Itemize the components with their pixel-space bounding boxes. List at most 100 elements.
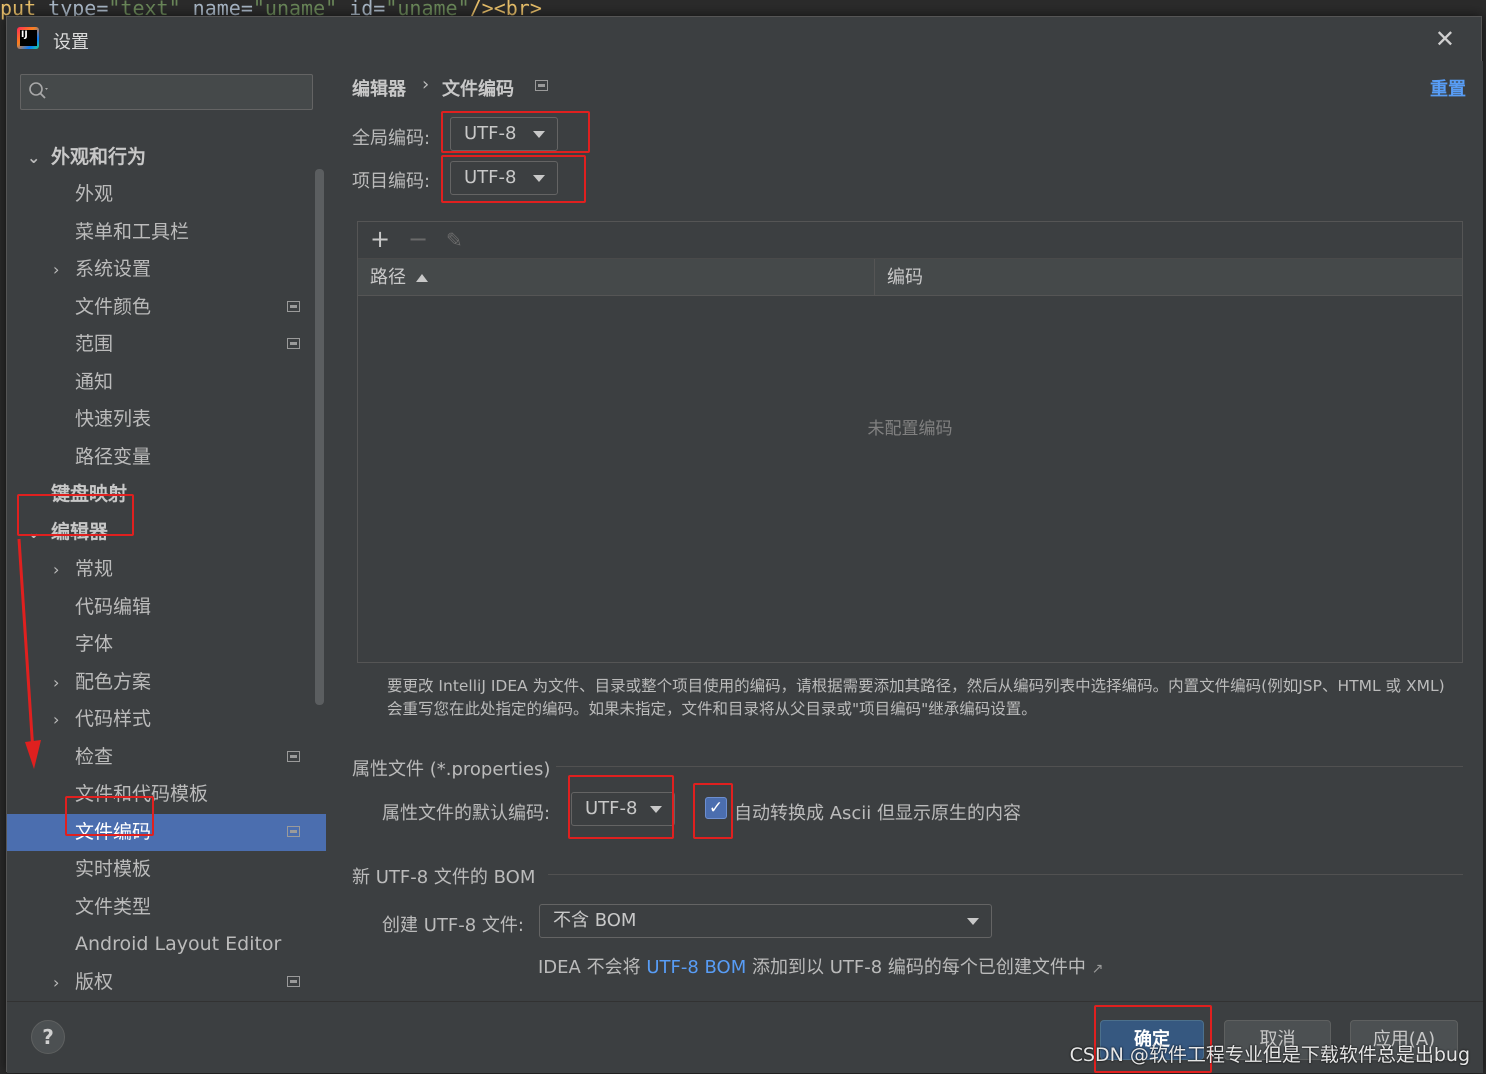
- tree-item-notifications[interactable]: 通知: [7, 364, 326, 401]
- utf8-bom-link[interactable]: UTF-8 BOM: [646, 957, 746, 978]
- settings-dialog: 设置 ✕ ⌄ 外观和行为 外观 菜单和工具栏 › 系统设置: [6, 16, 1483, 1073]
- tree-item-label: Android Layout Editor: [75, 933, 282, 955]
- tree-item-label: 菜单和工具栏: [75, 221, 190, 243]
- tree-item-label: 字体: [75, 633, 114, 655]
- tree-item-path-variables[interactable]: 路径变量: [7, 439, 326, 476]
- tree-scrollbar[interactable]: [315, 169, 324, 705]
- breadcrumb-current: 文件编码: [442, 79, 514, 100]
- tree-item-label: 代码编辑: [75, 596, 152, 618]
- edit-icon[interactable]: ✎: [446, 228, 463, 252]
- global-encoding-label: 全局编码:: [352, 128, 431, 149]
- tree-item-inspections[interactable]: 检查: [7, 739, 326, 776]
- tree-item-label: 通知: [75, 371, 114, 393]
- tree-item-label: 路径变量: [75, 446, 152, 468]
- encoding-hint-text: 要更改 IntelliJ IDEA 为文件、目录或整个项目使用的编码，请根据需要…: [387, 677, 1445, 718]
- tree-item-editor[interactable]: ⌄ 编辑器: [7, 514, 326, 551]
- chevron-down-icon: [650, 806, 662, 813]
- annotation-arrow-icon: [17, 538, 41, 769]
- tree-item-label: 文件类型: [75, 896, 152, 918]
- tree-item-scopes[interactable]: 范围: [7, 326, 326, 363]
- reset-link[interactable]: 重置: [1430, 75, 1466, 101]
- remove-icon[interactable]: −: [408, 225, 428, 253]
- settings-content: 编辑器 › 文件编码 重置 全局编码: UTF-8 项目编码: UTF-8 + …: [326, 61, 1483, 1001]
- project-settings-icon: [287, 751, 300, 762]
- project-settings-icon: [287, 338, 300, 349]
- properties-section-title: 属性文件 (*.properties): [352, 759, 551, 780]
- section-divider: [556, 766, 1463, 767]
- tree-item-general[interactable]: › 常规: [7, 551, 326, 588]
- create-utf8-file-label: 创建 UTF-8 文件:: [382, 915, 524, 936]
- project-settings-icon: [287, 826, 300, 837]
- chevron-down-icon[interactable]: ⌄: [27, 139, 40, 176]
- tree-item-quick-lists[interactable]: 快速列表: [7, 401, 326, 438]
- project-encoding-select[interactable]: UTF-8: [450, 161, 558, 195]
- chevron-right-icon[interactable]: ›: [53, 701, 59, 738]
- tree-item-label: 配色方案: [75, 671, 152, 693]
- chevron-right-icon[interactable]: ›: [53, 664, 59, 701]
- tree-item-file-code-templates[interactable]: 文件和代码模板: [7, 776, 326, 813]
- breadcrumb-separator: ›: [422, 74, 430, 95]
- tree-item-file-encodings[interactable]: 文件编码: [7, 814, 326, 851]
- tree-item-label: 常规: [75, 558, 114, 580]
- tree-item-appearance-behavior[interactable]: ⌄ 外观和行为: [7, 139, 326, 176]
- tree-item-code-style[interactable]: › 代码样式: [7, 701, 326, 738]
- external-link-icon: ↗: [1091, 961, 1104, 977]
- help-button[interactable]: ?: [31, 1020, 65, 1054]
- chevron-right-icon[interactable]: ›: [53, 251, 59, 288]
- dialog-title: 设置: [53, 32, 89, 53]
- ascii-conversion-checkbox[interactable]: ✓: [705, 797, 727, 819]
- tree-item-label: 文件和代码模板: [75, 783, 209, 805]
- search-input[interactable]: [55, 79, 305, 105]
- checkmark-icon: ✓: [708, 798, 724, 818]
- ascii-conversion-label[interactable]: 自动转换成 Ascii 但显示原生的内容: [734, 799, 1021, 825]
- tree-item-label: 外观: [75, 183, 114, 205]
- tree-item-file-types[interactable]: 文件类型: [7, 889, 326, 926]
- add-icon[interactable]: +: [370, 225, 390, 253]
- project-settings-icon: [535, 80, 548, 91]
- tree-item-label: 代码样式: [75, 708, 152, 730]
- column-header-encoding[interactable]: 编码: [875, 259, 1463, 296]
- tree-item-inlay-hints[interactable]: › 嵌入提示: [7, 993, 326, 1001]
- settings-sidebar: ⌄ 外观和行为 外观 菜单和工具栏 › 系统设置 文件颜色 范围 通知 快速列表…: [7, 61, 326, 1001]
- path-encoding-table: + − ✎ 路径 编码 未配置编码: [357, 221, 1463, 663]
- tree-item-appearance[interactable]: 外观: [7, 176, 326, 213]
- tree-item-live-templates[interactable]: 实时模板: [7, 851, 326, 888]
- tree-item-menus-toolbars[interactable]: 菜单和工具栏: [7, 214, 326, 251]
- title-bar: 设置 ✕: [7, 17, 1481, 61]
- column-header-path[interactable]: 路径: [358, 259, 874, 296]
- search-icon: [28, 81, 50, 108]
- tree-item-system-settings[interactable]: › 系统设置: [7, 251, 326, 288]
- tree-item-label: 嵌入提示: [75, 993, 151, 1001]
- tree-item-label: 键盘映射: [51, 483, 128, 505]
- chevron-right-icon[interactable]: ›: [53, 551, 59, 588]
- tree-item-code-editing[interactable]: 代码编辑: [7, 589, 326, 626]
- chevron-right-icon[interactable]: ›: [53, 993, 59, 1001]
- intellij-logo-icon: [17, 27, 39, 49]
- bom-select[interactable]: 不含 BOM: [539, 904, 992, 938]
- csdn-watermark: CSDN @软件工程专业但是下载软件总是出bug: [1069, 1044, 1470, 1066]
- chevron-down-icon: [533, 131, 545, 138]
- table-body[interactable]: 未配置编码: [358, 296, 1462, 662]
- properties-encoding-select[interactable]: UTF-8: [571, 792, 675, 826]
- close-icon[interactable]: ✕: [1435, 25, 1455, 53]
- bom-section-title: 新 UTF-8 文件的 BOM: [352, 867, 536, 888]
- section-divider: [548, 874, 1463, 875]
- tree-item-android-layout-editor[interactable]: Android Layout Editor: [7, 926, 326, 963]
- properties-default-encoding-label: 属性文件的默认编码:: [382, 803, 551, 824]
- tree-item-label: 系统设置: [75, 258, 152, 280]
- project-settings-icon: [287, 976, 300, 987]
- table-empty-text: 未配置编码: [867, 419, 953, 439]
- tree-item-label: 文件编码: [75, 821, 152, 843]
- tree-item-label: 实时模板: [75, 858, 152, 880]
- search-box[interactable]: [20, 74, 313, 110]
- tree-item-label: 检查: [75, 746, 114, 768]
- tree-item-color-scheme[interactable]: › 配色方案: [7, 664, 326, 701]
- project-settings-icon: [287, 301, 300, 312]
- global-encoding-select[interactable]: UTF-8: [450, 117, 558, 151]
- tree-item-file-colors[interactable]: 文件颜色: [7, 289, 326, 326]
- tree-item-font[interactable]: 字体: [7, 626, 326, 663]
- breadcrumb-parent[interactable]: 编辑器: [352, 75, 406, 101]
- tree-item-keymap[interactable]: 键盘映射: [7, 476, 326, 513]
- tree-item-label: 编辑器: [51, 521, 109, 543]
- chevron-down-icon: [967, 918, 979, 925]
